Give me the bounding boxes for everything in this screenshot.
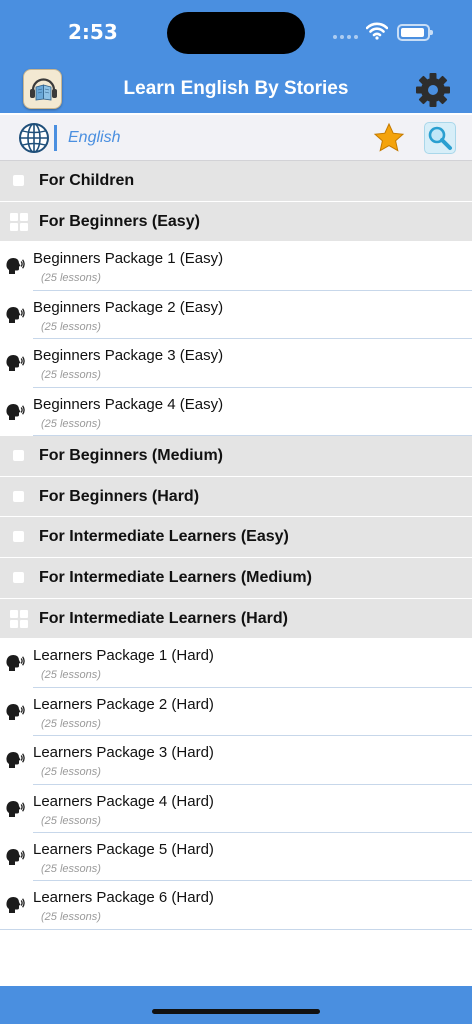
listening-head-icon: [6, 403, 25, 420]
expanded-grid-icon: [10, 212, 28, 231]
item-title: Beginners Package 2 (Easy): [33, 298, 224, 316]
list-item[interactable]: Learners Package 1 (Hard) (25 lessons): [0, 639, 472, 689]
list-item[interactable]: Beginners Package 4 (Easy) (25 lessons): [0, 387, 472, 437]
item-title: Learners Package 1 (Hard): [33, 647, 214, 665]
wifi-icon: [366, 22, 388, 40]
item-title: Learners Package 3 (Hard): [33, 744, 214, 762]
list-item[interactable]: Beginners Package 3 (Easy) (25 lessons): [0, 339, 472, 388]
listening-head-icon: [6, 800, 25, 817]
language-divider: [54, 125, 57, 151]
item-title: Learners Package 2 (Hard): [33, 695, 214, 713]
section-header-intermediate-medium[interactable]: For Intermediate Learners (Medium): [0, 558, 472, 599]
list-item[interactable]: Learners Package 4 (Hard) (25 lessons): [0, 784, 472, 834]
star-icon[interactable]: [373, 122, 405, 154]
section-header-for-children[interactable]: For Children: [0, 161, 472, 202]
collapsed-marker-icon: [13, 449, 24, 461]
section-header-intermediate-easy[interactable]: For Intermediate Learners (Easy): [0, 517, 472, 558]
item-lesson-count: (25 lessons): [41, 911, 101, 924]
item-lesson-count: (25 lessons): [41, 320, 101, 333]
collapsed-marker-icon: [13, 490, 24, 502]
cellular-signal-icon: [333, 35, 359, 41]
gear-icon[interactable]: [414, 71, 452, 109]
dynamic-island: [167, 12, 305, 54]
section-header-beginners-easy[interactable]: For Beginners (Easy): [0, 201, 472, 243]
package-list: For Children For Beginners (Easy) Beginn…: [0, 161, 472, 931]
item-lesson-count: (25 lessons): [41, 717, 101, 730]
collapsed-marker-icon: [13, 175, 24, 186]
listening-head-icon: [6, 258, 25, 275]
globe-icon[interactable]: [18, 122, 50, 154]
listening-head-icon: [6, 703, 25, 720]
item-title: Beginners Package 3 (Easy): [33, 347, 224, 365]
section-label: For Beginners (Hard): [39, 487, 200, 505]
battery-icon: [397, 24, 433, 41]
item-lesson-count: (25 lessons): [41, 417, 101, 430]
section-label: For Intermediate Learners (Medium): [39, 569, 312, 586]
section-label: For Intermediate Learners (Easy): [39, 528, 289, 546]
list-item[interactable]: Learners Package 2 (Hard) (25 lessons): [0, 687, 472, 737]
language-toolbar: English: [0, 113, 472, 161]
item-title: Learners Package 5 (Hard): [33, 840, 214, 858]
collapsed-marker-icon: [13, 531, 24, 543]
app-title: Learn English By Stories: [123, 78, 349, 99]
section-label: For Beginners (Medium): [39, 446, 224, 464]
item-lesson-count: (25 lessons): [41, 669, 101, 682]
item-title: Learners Package 6 (Hard): [33, 889, 214, 907]
navigation-bar: 2:53 Learn English By Stories: [0, 0, 472, 113]
list-item[interactable]: Learners Package 5 (Hard) (25 lessons): [0, 832, 472, 882]
item-title: Learners Package 4 (Hard): [33, 792, 214, 810]
list-item[interactable]: Learners Package 6 (Hard) (25 lessons): [0, 881, 472, 931]
language-selector[interactable]: English: [68, 129, 120, 147]
item-lesson-count: (25 lessons): [41, 272, 101, 285]
section-header-beginners-hard[interactable]: For Beginners (Hard): [0, 476, 472, 518]
expanded-grid-icon: [10, 609, 28, 628]
section-label: For Beginners (Easy): [39, 212, 200, 230]
listening-head-icon: [6, 752, 25, 769]
item-title: Beginners Package 4 (Easy): [33, 395, 224, 413]
listening-head-icon: [6, 355, 25, 372]
item-lesson-count: (25 lessons): [41, 369, 101, 382]
section-label: For Intermediate Learners (Hard): [39, 609, 288, 627]
bottom-bar: [0, 986, 472, 1024]
collapsed-marker-icon: [13, 572, 24, 583]
section-label: For Children: [39, 172, 135, 189]
listening-head-icon: [6, 655, 25, 672]
home-indicator[interactable]: [152, 1009, 320, 1014]
section-header-intermediate-hard[interactable]: For Intermediate Learners (Hard): [0, 598, 472, 640]
item-title: Beginners Package 1 (Easy): [33, 250, 224, 268]
search-icon[interactable]: [424, 122, 456, 154]
item-lesson-count: (25 lessons): [41, 862, 101, 875]
item-lesson-count: (25 lessons): [41, 766, 101, 779]
status-time: 2:53: [68, 20, 118, 44]
listening-head-icon: [6, 897, 25, 914]
list-item[interactable]: Learners Package 3 (Hard) (25 lessons): [0, 736, 472, 785]
list-item[interactable]: Beginners Package 1 (Easy) (25 lessons): [0, 242, 472, 292]
list-item[interactable]: Beginners Package 2 (Easy) (25 lessons): [0, 290, 472, 340]
item-lesson-count: (25 lessons): [41, 814, 101, 827]
listening-head-icon: [6, 306, 25, 323]
section-header-beginners-medium[interactable]: For Beginners (Medium): [0, 435, 472, 477]
listening-head-icon: [6, 848, 25, 865]
